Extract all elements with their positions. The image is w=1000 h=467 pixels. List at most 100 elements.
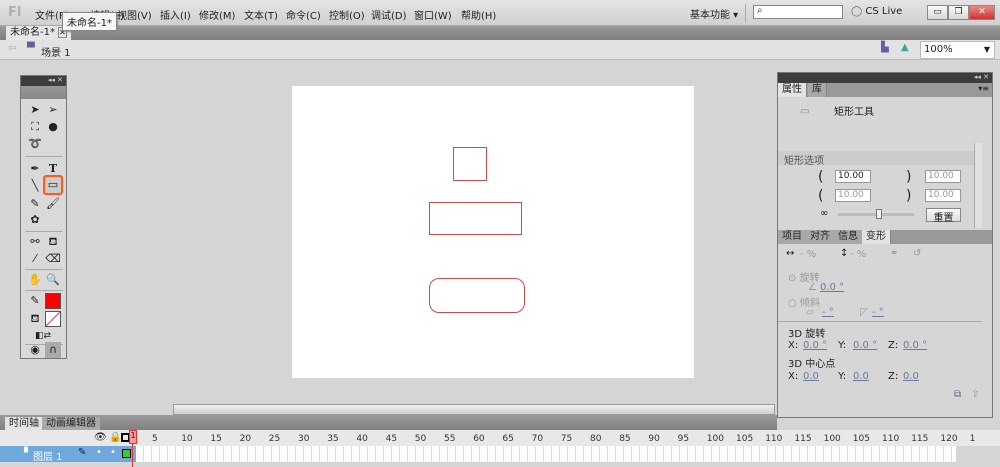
skew-h-value[interactable]: - °: [822, 307, 834, 318]
minimize-button[interactable]: ▭: [927, 5, 948, 20]
lock-dot[interactable]: •: [110, 447, 116, 458]
skew-radio[interactable]: ○ 倾斜: [788, 294, 820, 309]
menu-item[interactable]: 视图(V): [117, 7, 152, 22]
workspace-switcher[interactable]: 基本功能 ▾: [690, 6, 738, 21]
menu-item[interactable]: 修改(M): [199, 7, 235, 22]
bone-tool-icon[interactable]: ⚯: [27, 234, 43, 250]
3d-rotation-tool-icon[interactable]: ●: [45, 119, 61, 135]
tab-align[interactable]: 对齐: [806, 230, 835, 244]
tab-motion-editor[interactable]: 动画编辑器: [42, 417, 100, 430]
center3d-z[interactable]: 0.0: [903, 371, 919, 382]
apply-transform-icon[interactable]: ⇪: [971, 389, 979, 400]
center3d-y[interactable]: 0.0: [853, 371, 869, 382]
cs-live-icon: ◯: [851, 6, 866, 17]
visibility-dot[interactable]: •: [96, 447, 102, 458]
height-pct[interactable]: - %: [850, 249, 866, 260]
ruler-frame-number: 15: [210, 434, 222, 444]
stroke-color-swatch[interactable]: [45, 293, 61, 309]
eyedropper-tool-icon[interactable]: ⁄: [27, 251, 43, 267]
timeline-ruler[interactable]: 👁 🔒: [0, 430, 1000, 446]
line-tool-icon[interactable]: ╲: [27, 178, 43, 194]
frames-track[interactable]: [136, 446, 956, 462]
tab-info[interactable]: 信息: [834, 230, 863, 244]
menu-item[interactable]: 窗口(W): [414, 7, 452, 22]
duplicate-transform-icon[interactable]: ⧉: [954, 389, 961, 400]
corner-tr-input[interactable]: 10.00: [925, 170, 961, 183]
corner-slider[interactable]: [838, 209, 914, 219]
search-input[interactable]: ⌕: [753, 5, 843, 19]
stage-horizontal-scrollbar[interactable]: [173, 404, 775, 415]
tab-library[interactable]: 库: [808, 83, 827, 97]
hand-tool-icon[interactable]: ✋: [27, 272, 43, 288]
menu-item[interactable]: 控制(O): [329, 7, 365, 22]
ruler-frame-number: 40: [356, 434, 368, 444]
link-icon[interactable]: ∞: [820, 208, 828, 219]
lasso-tool-icon[interactable]: ➰: [27, 136, 43, 152]
corner-bl-input[interactable]: 10.00: [835, 189, 871, 202]
menu-item[interactable]: 插入(I): [160, 7, 191, 22]
tab-properties[interactable]: 属性: [778, 83, 807, 97]
pen-tool-icon[interactable]: ✒: [27, 161, 43, 177]
menu-item[interactable]: 文本(T): [244, 7, 278, 22]
menu-item[interactable]: 帮助(H): [461, 7, 496, 22]
rotate-value[interactable]: 0.0 °: [820, 282, 844, 293]
square-shape[interactable]: [453, 147, 487, 181]
playhead[interactable]: 1: [129, 430, 140, 467]
tab-timeline[interactable]: 时间轴: [5, 417, 43, 430]
rot3d-y[interactable]: 0.0 °: [853, 340, 877, 351]
pencil-tool-icon[interactable]: ✎: [27, 196, 43, 212]
edit-scene-icon[interactable]: ▙: [881, 42, 889, 53]
lock-icon[interactable]: 🔒: [109, 432, 121, 443]
corner-tr-icon: ): [906, 169, 912, 185]
rectangle-shape[interactable]: [429, 202, 522, 235]
selection-tool-icon[interactable]: ➤: [27, 102, 43, 118]
reset-transform-icon[interactable]: ↺: [913, 248, 921, 259]
tab-transform[interactable]: 变形: [862, 230, 891, 244]
object-drawing-icon[interactable]: ◉: [27, 342, 43, 358]
layer-outline-color[interactable]: [122, 449, 131, 458]
rot3d-z[interactable]: 0.0 °: [903, 340, 927, 351]
ruler-frame-number: 75: [560, 434, 573, 444]
eye-icon[interactable]: 👁: [94, 432, 107, 443]
center3d-x[interactable]: 0.0: [803, 371, 819, 382]
skew-v-icon: ◸: [860, 307, 868, 318]
corner-br-input[interactable]: 10.00: [925, 189, 961, 202]
fill-color-swatch[interactable]: [45, 311, 61, 327]
section-rect-options[interactable]: 矩形选项: [784, 152, 824, 167]
zoom-tool-icon[interactable]: 🔍: [45, 272, 61, 288]
rectangle-tool-icon[interactable]: ▭: [43, 175, 63, 195]
eraser-tool-icon[interactable]: ⌫: [45, 251, 61, 267]
stage[interactable]: [292, 86, 694, 378]
constrain-icon[interactable]: ⚭: [890, 248, 898, 259]
edit-symbol-icon[interactable]: ▲: [901, 42, 909, 53]
ruler-frame-number: 90: [648, 434, 660, 444]
close-button[interactable]: ✕: [969, 5, 995, 20]
ruler-frame-number: 95: [677, 434, 690, 444]
subselection-tool-icon[interactable]: ➢: [45, 102, 61, 118]
free-transform-tool-icon[interactable]: ⛶: [27, 119, 43, 135]
menu-item[interactable]: 调试(D): [371, 7, 407, 22]
zoom-select[interactable]: 100% ▼: [920, 41, 995, 59]
restore-button[interactable]: ❐: [948, 5, 969, 20]
layer-name[interactable]: 图层 1: [33, 448, 63, 463]
corner-tl-input[interactable]: 10.00: [835, 170, 871, 183]
reset-button[interactable]: 重置: [926, 208, 961, 224]
paint-bucket-tool-icon[interactable]: ⛾: [45, 234, 61, 250]
toolbox-header[interactable]: ◂◂ ✕: [21, 76, 66, 86]
skew-v-value[interactable]: - °: [872, 307, 884, 318]
properties-scrollbar[interactable]: [974, 143, 982, 228]
rounded-rectangle-shape[interactable]: [429, 278, 525, 313]
tab-project[interactable]: 项目: [778, 230, 807, 244]
width-pct[interactable]: - %: [800, 249, 816, 260]
cs-live-button[interactable]: ◯ CS Live: [851, 6, 902, 17]
snap-magnet-icon[interactable]: ∩: [45, 342, 61, 358]
rot3d-x[interactable]: 0.0 °: [803, 340, 827, 351]
ruler-frame-number: 110: [765, 434, 783, 444]
brush-tool-icon[interactable]: 🖌: [45, 196, 61, 212]
timeline-tab-bar: [0, 415, 777, 430]
menu-item[interactable]: 命令(C): [286, 7, 321, 22]
panel-menu-icon[interactable]: ▾≡: [978, 84, 989, 93]
deco-tool-icon[interactable]: ✿: [27, 212, 43, 228]
layer-row[interactable]: ▝ 图层 1 ✎ • •: [0, 446, 136, 463]
back-arrow-icon[interactable]: ⇦: [8, 43, 16, 54]
